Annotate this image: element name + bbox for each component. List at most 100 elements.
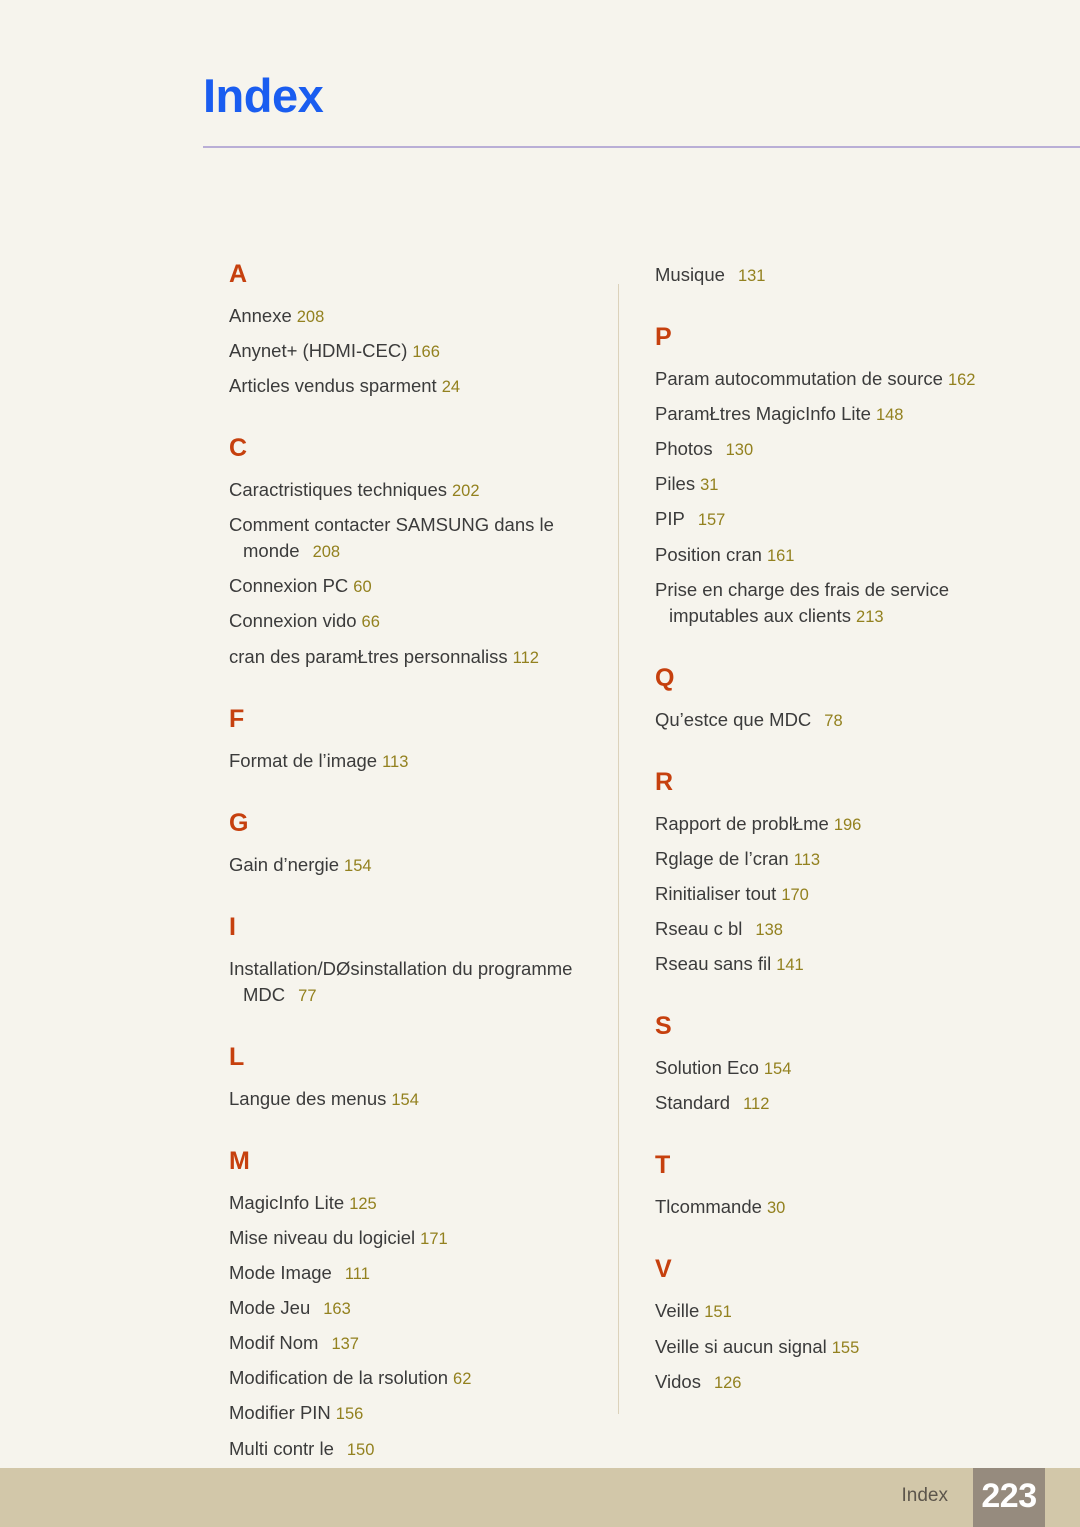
index-entry-page-number: 31 — [700, 476, 719, 495]
index-entry-text: Position cran — [655, 543, 762, 565]
index-entry-page-number: 131 — [737, 267, 766, 285]
index-entry-text: Connexion PC — [229, 575, 349, 597]
index-entry-page-number: 126 — [713, 1373, 742, 1392]
index-entry[interactable]: Veille si aucun signal 155 — [655, 1334, 1015, 1360]
index-entry[interactable]: Multi contr le 150 — [229, 1436, 589, 1462]
index-column-right: Musique 131 P Param autocommutation de sour… — [655, 262, 1015, 1404]
index-entry-page-number: 148 — [875, 406, 904, 425]
index-entry[interactable]: Position cran 161 — [655, 542, 1015, 568]
index-entry-page-number: 138 — [755, 921, 783, 940]
index-entry-text: cran des paramŁtres personnaliss — [229, 645, 508, 667]
section-letter: A — [229, 260, 248, 288]
index-entry[interactable]: PIP 157 — [655, 506, 1015, 532]
index-entry-text: Connexion vido — [229, 610, 357, 632]
section-letter: Q — [655, 663, 675, 692]
index-entry-page-number: 202 — [452, 482, 480, 501]
section-letter: I — [229, 912, 236, 941]
index-entry[interactable]: Rglage de l’cran 113 — [655, 846, 1015, 872]
index-entry[interactable]: Prise en charge des frais de service imp… — [655, 577, 1015, 629]
index-entry[interactable]: Caractristiques techniques 202 — [229, 477, 589, 503]
index-entry[interactable]: Comment contacter SAMSUNG dans le monde 2… — [229, 512, 589, 564]
index-entry-text: Standard — [655, 1092, 731, 1114]
section-letter: F — [229, 704, 245, 733]
index-section-v: V Veille 151 Veille si aucun signal 155 Vidos… — [655, 1257, 1015, 1394]
index-column-left: A Annexe 208 Anynet+ (HDMI-CEC) 166 Articles … — [229, 262, 589, 1471]
index-entry-page-number: 154 — [344, 856, 372, 875]
index-entry-page-number: 66 — [361, 613, 380, 632]
index-entry[interactable]: Rseau c bl 138 — [655, 916, 1015, 942]
index-entry[interactable]: MagicInfo Lite 125 — [229, 1190, 589, 1216]
index-entry[interactable]: Rapport de problŁme 196 — [655, 811, 1015, 837]
index-section-a: A Annexe 208 Anynet+ (HDMI-CEC) 166 Articles … — [229, 262, 589, 399]
index-entry-page-number: 155 — [831, 1338, 860, 1357]
index-entry-page-number: 62 — [453, 1370, 472, 1389]
index-entry[interactable]: Connexion vido 66 — [229, 608, 589, 634]
index-entry-text: Installation/DØsinstallation du programm… — [229, 957, 573, 1005]
index-entry[interactable]: Veille 151 — [655, 1298, 1015, 1324]
section-letter: C — [229, 434, 248, 463]
index-entry[interactable]: Langue des menus 154 — [229, 1086, 589, 1112]
index-entry[interactable]: Connexion PC 60 — [229, 573, 589, 599]
index-entry[interactable]: cran des paramŁtres personnaliss 112 — [229, 644, 589, 670]
index-entry[interactable]: Standard 112 — [655, 1090, 1015, 1116]
index-entry-page-number: 113 — [382, 752, 409, 771]
index-entry[interactable]: Modifier PIN 156 — [229, 1400, 589, 1426]
index-entry-text: Rseau sans fil — [655, 953, 772, 975]
index-entry[interactable]: Installation/DØsinstallation du programm… — [229, 956, 589, 1008]
section-letter: G — [229, 808, 249, 837]
index-entry[interactable]: Rinitialiser tout 170 — [655, 881, 1015, 907]
page-header: Index — [0, 0, 1080, 160]
index-entry[interactable]: Param autocommutation de source 162 — [655, 366, 1015, 392]
index-entry-page-number: 24 — [441, 378, 461, 397]
index-section-s: S Solution Eco 154 Standard 112 — [655, 1014, 1015, 1116]
index-section-l: L Langue des menus 154 — [229, 1044, 589, 1112]
index-entry-text: Veille — [655, 1300, 700, 1322]
index-entry-text: Multi contr le — [229, 1437, 334, 1459]
index-entry[interactable]: Solution Eco 154 — [655, 1055, 1015, 1081]
index-entry[interactable]: Musique 131 — [655, 262, 1015, 288]
index-entry[interactable]: Qu’estce que MDC 78 — [655, 707, 1015, 733]
index-entry[interactable]: Modification de la rsolution 62 — [229, 1365, 589, 1391]
index-section-m: M MagicInfo Lite 125 Mise niveau du logicie… — [229, 1148, 589, 1462]
index-entry-page-number: 111 — [344, 1265, 370, 1284]
index-entry[interactable]: ParamŁtres MagicInfo Lite 148 — [655, 401, 1015, 427]
index-entry-page-number: 162 — [947, 371, 976, 390]
index-page: Index A Annexe 208 Anynet+ (HDMI-CEC) 166 Art… — [0, 0, 1080, 1527]
index-entry-page-number: 196 — [833, 815, 862, 834]
index-entry-text: Caractristiques techniques — [229, 479, 447, 501]
index-entry-text: PIP — [655, 508, 685, 530]
index-entry[interactable]: Photos 130 — [655, 436, 1015, 462]
index-entry-page-number: 151 — [704, 1303, 732, 1322]
section-letter: P — [655, 323, 672, 352]
index-entry[interactable]: Mode Jeu 163 — [229, 1295, 589, 1321]
index-entry-text: Tlcommande — [655, 1196, 762, 1218]
index-entry-text: Articles vendus sparment — [229, 375, 437, 397]
index-entry[interactable]: Mise niveau du logiciel 171 — [229, 1225, 589, 1251]
page-title: Index — [203, 69, 324, 122]
index-entry-text: Rinitialiser tout — [655, 882, 777, 904]
index-entry-text: Veille si aucun signal — [655, 1335, 827, 1357]
index-entry[interactable]: Gain d’nergie 154 — [229, 852, 589, 878]
column-divider — [618, 284, 619, 1414]
index-entry-page-number: 125 — [349, 1194, 377, 1213]
index-entry[interactable]: Anynet+ (HDMI-CEC) 166 — [229, 338, 589, 364]
index-entry[interactable]: Mode Image 111 — [229, 1260, 589, 1286]
index-entry[interactable]: Rseau sans fil 141 — [655, 951, 1015, 977]
index-entry[interactable]: Format de l’image 113 — [229, 748, 589, 774]
index-entry[interactable]: Articles vendus sparment 24 — [229, 373, 589, 399]
index-entry-text: Musique — [655, 264, 725, 285]
index-entry[interactable]: Piles 31 — [655, 471, 1015, 497]
index-entry[interactable]: Annexe 208 — [229, 303, 589, 329]
index-entry-page-number: 161 — [766, 546, 795, 565]
index-section-f: F Format de l’image 113 — [229, 704, 589, 774]
index-entry-text: Mise niveau du logiciel — [229, 1227, 416, 1248]
index-section-continued: Musique 131 — [655, 262, 1015, 288]
index-entry-text: Piles — [655, 473, 696, 495]
index-entry[interactable]: Vidos 126 — [655, 1369, 1015, 1395]
index-entry[interactable]: Modif Nom 137 — [229, 1330, 589, 1356]
index-entry-page-number: 60 — [353, 578, 372, 597]
index-entry-text: Vidos — [655, 1370, 701, 1392]
index-content: A Annexe 208 Anynet+ (HDMI-CEC) 166 Articles … — [0, 262, 1080, 1459]
index-section-c: C Caractristiques techniques 202 Comment co… — [229, 436, 589, 669]
index-entry[interactable]: Tlcommande 30 — [655, 1194, 1015, 1220]
